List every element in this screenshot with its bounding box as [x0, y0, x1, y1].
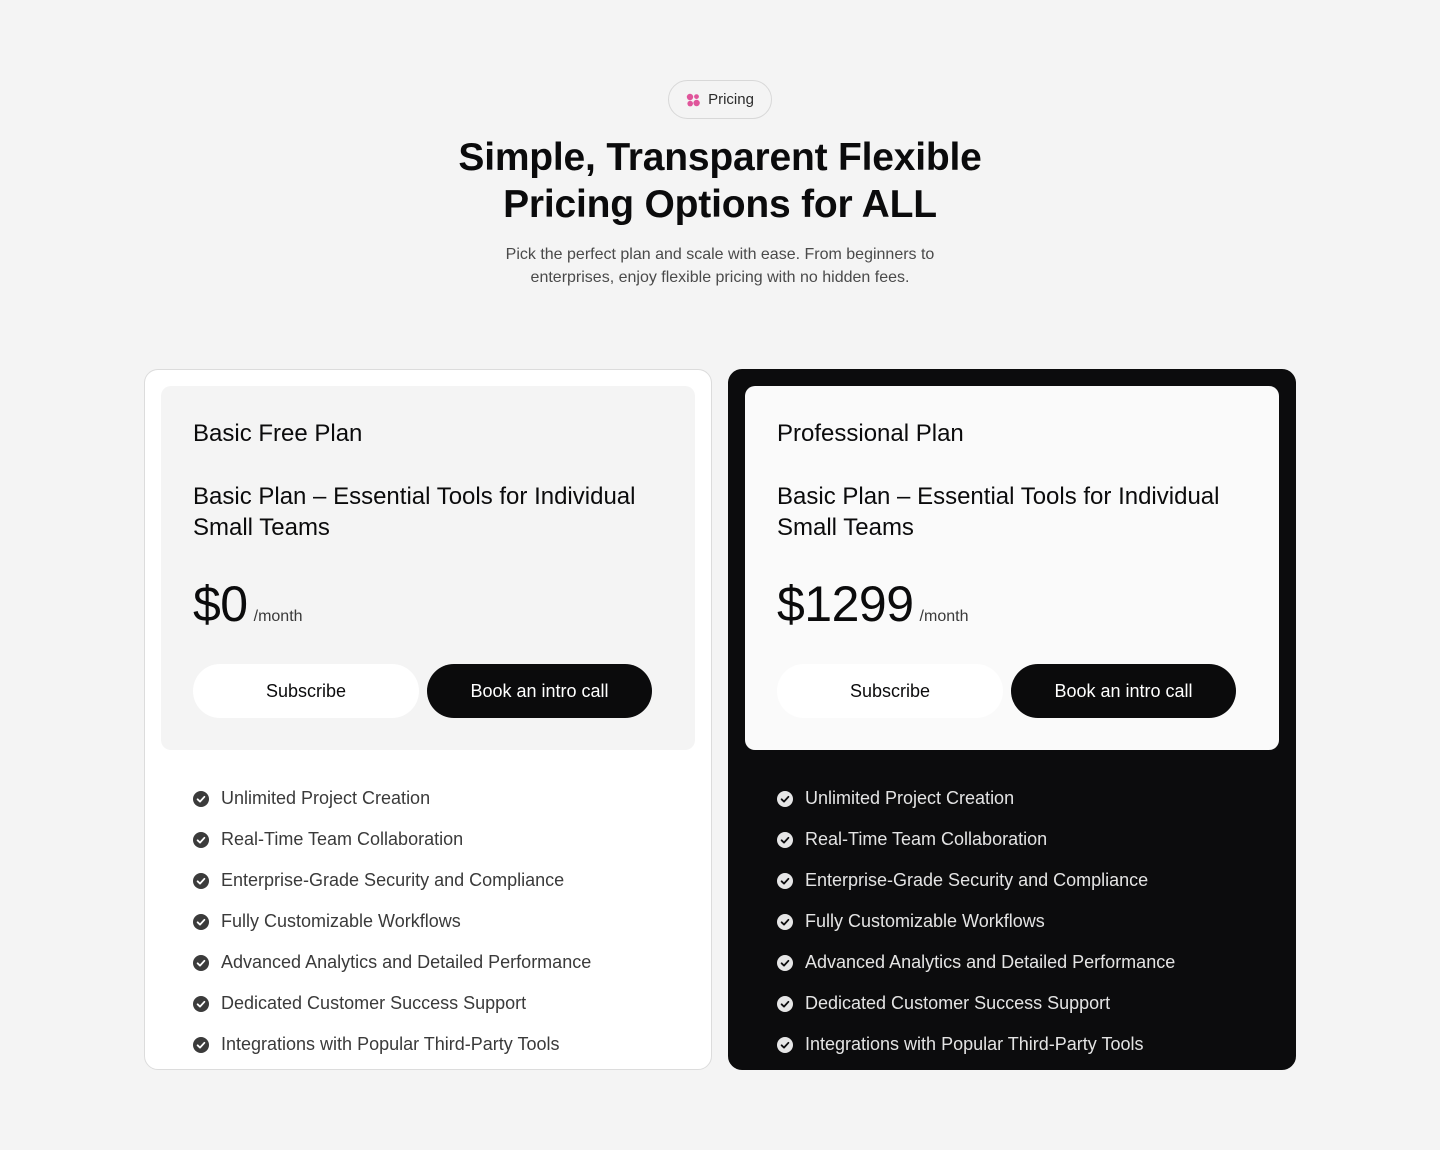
feature-label: Enterprise-Grade Security and Compliance: [221, 870, 565, 890]
badge-label: Pricing: [708, 91, 754, 108]
feature-label: Fully Customizable Workflows: [805, 911, 1045, 931]
check-circle-icon: [193, 954, 209, 971]
page-title: Simple, Transparent Flexible Pricing Opt…: [360, 134, 1080, 228]
subscribe-button[interactable]: Subscribe: [777, 664, 1003, 718]
plan-description: Basic Plan – Essential Tools for Individ…: [193, 483, 636, 541]
plan-card-basic: Basic Free Plan Basic Plan – Essential T…: [144, 369, 712, 1070]
feature-label: Real-Time Team Collaboration: [805, 829, 1048, 849]
price-row: $0 /month: [193, 576, 663, 632]
feature-item: Unlimited Project Creation: [777, 778, 1279, 819]
page-subtitle-line-2: enterprises, enjoy flexible pricing with…: [530, 269, 910, 286]
feature-item: Enterprise-Grade Security and Compliance: [193, 860, 695, 901]
plan-name: Basic Free Plan: [193, 420, 363, 447]
feature-label: Unlimited Project Creation: [805, 788, 1015, 808]
plan-card-professional: Professional Plan Basic Plan – Essential…: [728, 369, 1296, 1070]
check-circle-icon: [777, 872, 793, 889]
book-intro-call-button[interactable]: Book an intro call: [427, 664, 652, 718]
check-circle-icon: [777, 831, 793, 848]
price-period: /month: [919, 608, 969, 625]
check-circle-icon: [193, 1036, 209, 1053]
price-period: /month: [253, 608, 303, 625]
page-title-line-2: Pricing Options for ALL: [503, 183, 937, 226]
check-circle-icon: [777, 954, 793, 971]
feature-item: Integrations with Popular Third-Party To…: [193, 1024, 695, 1065]
check-circle-icon: [193, 790, 209, 807]
plan-description: Basic Plan – Essential Tools for Individ…: [777, 483, 1220, 541]
check-circle-icon: [777, 1036, 793, 1053]
feature-item: Enterprise-Grade Security and Compliance: [777, 860, 1279, 901]
feature-list: Unlimited Project Creation Real-Time Tea…: [745, 778, 1279, 1065]
plan-price: $1299: [777, 576, 914, 632]
feature-item: Integrations with Popular Third-Party To…: [777, 1024, 1279, 1065]
feature-label: Advanced Analytics and Detailed Performa…: [221, 952, 592, 972]
feature-item: Real-Time Team Collaboration: [777, 819, 1279, 860]
page-title-line-1: Simple, Transparent Flexible: [458, 136, 982, 179]
feature-label: Advanced Analytics and Detailed Performa…: [805, 952, 1176, 972]
plan-actions: Subscribe Book an intro call: [777, 664, 1236, 718]
feature-label: Fully Customizable Workflows: [221, 911, 461, 931]
feature-item: Fully Customizable Workflows: [777, 901, 1279, 942]
feature-item: Real-Time Team Collaboration: [193, 819, 695, 860]
book-intro-call-button[interactable]: Book an intro call: [1011, 664, 1236, 718]
feature-item: Advanced Analytics and Detailed Performa…: [777, 942, 1279, 983]
check-circle-icon: [777, 790, 793, 807]
check-circle-icon: [193, 831, 209, 848]
feature-item: Dedicated Customer Success Support: [777, 983, 1279, 1024]
feature-item: Fully Customizable Workflows: [193, 901, 695, 942]
pricing-page: Pricing Simple, Transparent Flexible Pri…: [0, 0, 1440, 1150]
feature-label: Enterprise-Grade Security and Compliance: [805, 870, 1149, 890]
plan-summary: Basic Free Plan Basic Plan – Essential T…: [161, 386, 695, 750]
check-circle-icon: [777, 913, 793, 930]
feature-item: Advanced Analytics and Detailed Performa…: [193, 942, 695, 983]
plan-actions: Subscribe Book an intro call: [193, 664, 652, 718]
feature-label: Dedicated Customer Success Support: [805, 993, 1111, 1013]
check-circle-icon: [193, 872, 209, 889]
check-circle-icon: [193, 995, 209, 1012]
page-subtitle: Pick the perfect plan and scale with eas…: [470, 243, 970, 289]
plan-summary: Professional Plan Basic Plan – Essential…: [745, 386, 1279, 750]
page-subtitle-line-1: Pick the perfect plan and scale with eas…: [505, 246, 935, 263]
feature-label: Dedicated Customer Success Support: [221, 993, 527, 1013]
subscribe-button[interactable]: Subscribe: [193, 664, 419, 718]
price-row: $1299 /month: [777, 576, 1247, 632]
feature-item: Unlimited Project Creation: [193, 778, 695, 819]
feature-list: Unlimited Project Creation Real-Time Tea…: [161, 778, 695, 1065]
feature-label: Integrations with Popular Third-Party To…: [805, 1034, 1144, 1054]
plan-name: Professional Plan: [777, 420, 964, 447]
pricing-badge: Pricing: [668, 80, 772, 119]
pink-dots-icon: [686, 93, 700, 106]
feature-label: Real-Time Team Collaboration: [221, 829, 464, 849]
check-circle-icon: [193, 913, 209, 930]
plan-price: $0: [193, 576, 248, 632]
feature-label: Unlimited Project Creation: [221, 788, 431, 808]
check-circle-icon: [777, 995, 793, 1012]
feature-item: Dedicated Customer Success Support: [193, 983, 695, 1024]
feature-label: Integrations with Popular Third-Party To…: [221, 1034, 560, 1054]
